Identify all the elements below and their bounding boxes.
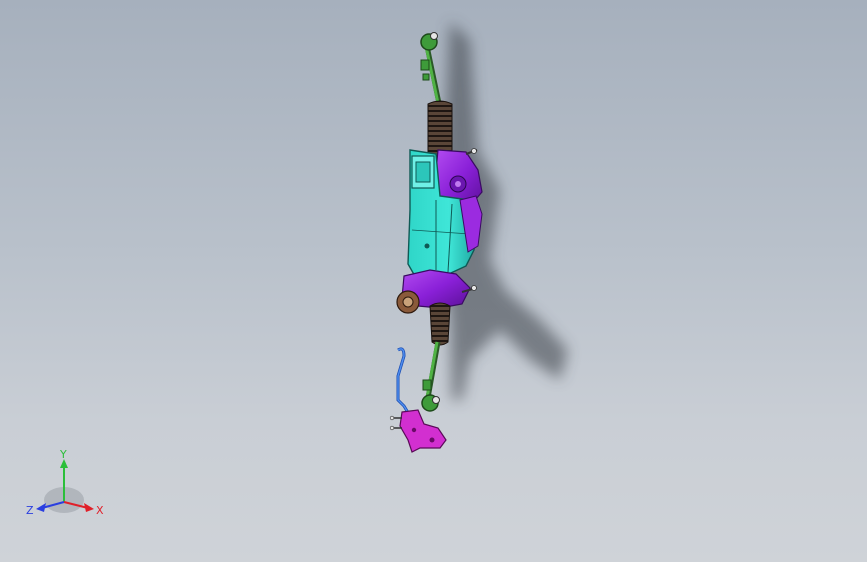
hydraulic-line[interactable]: [396, 347, 412, 417]
x-axis-label: X: [96, 504, 104, 517]
y-axis-label: Y: [59, 448, 67, 461]
steering-rack-assembly-model[interactable]: [0, 0, 867, 562]
reference-triad[interactable]: Y X Z: [24, 448, 108, 524]
z-axis-label: Z: [26, 504, 34, 517]
lower-bellows-boot[interactable]: [429, 302, 451, 346]
lower-tie-rod[interactable]: [421, 341, 441, 412]
x-axis-arrow: [84, 503, 94, 512]
mounting-bracket[interactable]: [389, 409, 447, 453]
upper-tie-rod[interactable]: [420, 32, 443, 109]
graphics-viewport[interactable]: Y X Z: [0, 0, 867, 562]
z-axis-arrow: [36, 503, 46, 512]
